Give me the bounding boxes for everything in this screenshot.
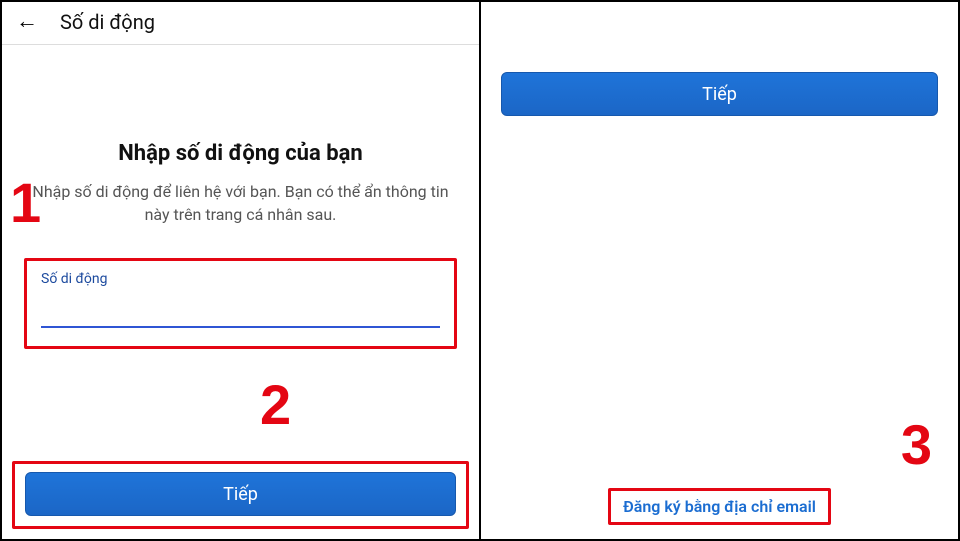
page-title: Nhập số di động của bạn (24, 141, 457, 166)
next-button[interactable]: Tiếp (25, 472, 456, 516)
header-bar: ← Số di động (2, 2, 479, 45)
next-button-highlight: Tiếp (12, 461, 469, 529)
content-area: Nhập số di động của bạn Nhập số di động … (2, 141, 479, 349)
email-link-highlight: Đăng ký bằng địa chỉ email (608, 488, 831, 525)
signup-with-email-link[interactable]: Đăng ký bằng địa chỉ email (623, 497, 816, 516)
page-subtitle: Nhập số di động để liên hệ với bạn. Bạn … (24, 180, 457, 226)
next-button-label: Tiếp (702, 84, 737, 105)
header-title: Số di động (60, 10, 155, 34)
screen-next-email: Tiếp Đăng ký bằng địa chỉ email 3 (481, 2, 958, 539)
mobile-input[interactable] (41, 306, 440, 328)
email-link-label: Đăng ký bằng địa chỉ email (623, 497, 816, 516)
mobile-input-label: Số di động (41, 271, 440, 287)
back-arrow-icon[interactable]: ← (16, 11, 38, 33)
callout-3: 3 (901, 412, 932, 477)
next-button-area: Tiếp (501, 72, 938, 116)
callout-2: 2 (260, 372, 291, 437)
mobile-input-highlight: Số di động (24, 258, 457, 349)
next-button-label: Tiếp (223, 484, 258, 505)
screen-mobile-number: ← Số di động Nhập số di động của bạn Nhậ… (2, 2, 481, 539)
tutorial-frame: ← Số di động Nhập số di động của bạn Nhậ… (0, 0, 960, 541)
email-link-area: Đăng ký bằng địa chỉ email (481, 488, 958, 525)
next-button[interactable]: Tiếp (501, 72, 938, 116)
